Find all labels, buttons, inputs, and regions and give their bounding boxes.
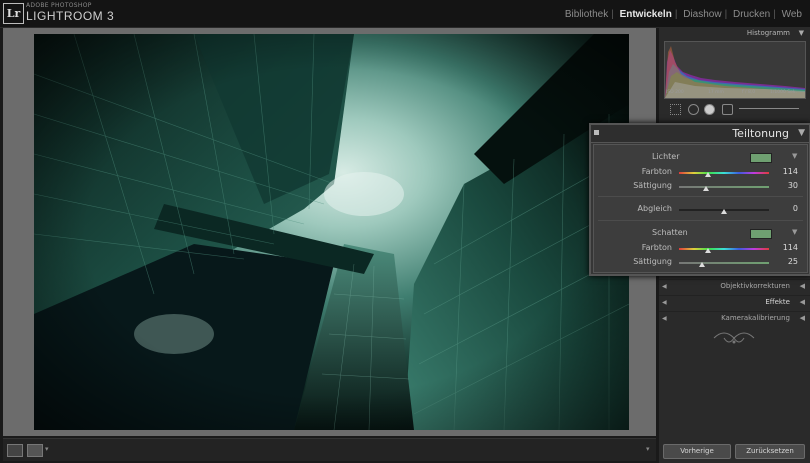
highlights-saturation-label: Sättigung <box>633 181 672 190</box>
module-diashow[interactable]: Diashow <box>681 9 723 20</box>
exif-focal: 17 mm <box>708 90 724 95</box>
tool-strip <box>664 102 804 116</box>
highlights-saturation-value[interactable]: 30 <box>774 181 798 190</box>
panel-end-ornament-icon <box>713 332 755 344</box>
graduated-filter-icon[interactable] <box>722 104 733 115</box>
divider <box>598 220 803 221</box>
chevron-left-icon[interactable]: ◀ <box>800 282 805 290</box>
chevron-left-icon[interactable]: ◀ <box>800 314 805 322</box>
panel-effects[interactable]: ◀ Effekte ◀ <box>659 295 810 309</box>
split-toning-header[interactable]: Teiltonung ▼ <box>591 125 809 143</box>
split-toning-body: Lichter ▼ Farbton 114 Sättigung 30 Abgle… <box>593 144 808 273</box>
shadows-hue-thumb[interactable] <box>704 248 711 253</box>
before-after-view-icon[interactable] <box>27 444 43 457</box>
shadows-label: Schatten <box>652 228 688 237</box>
exif-iso: ISO 200 <box>666 90 684 95</box>
panel-label: Objektivkorrekturen <box>720 282 790 290</box>
collapse-icon[interactable]: ▼ <box>798 128 805 138</box>
develop-buttons: Vorherige Zurücksetzen <box>659 442 810 462</box>
shadows-hue-slider[interactable] <box>679 248 769 250</box>
top-bar: Lr ADOBE PHOTOSHOP LIGHTROOM 3 Bibliothe… <box>0 0 810 28</box>
chevron-left-icon[interactable]: ◀ <box>800 298 805 306</box>
shadows-picker-icon[interactable]: ▼ <box>792 228 797 236</box>
balance-label: Abgleich <box>637 204 672 213</box>
highlights-hue-slider[interactable] <box>679 172 769 174</box>
module-entwickeln[interactable]: Entwickeln <box>618 9 674 20</box>
panel-marker-icon: ◀ <box>662 283 667 290</box>
highlights-saturation-slider[interactable] <box>679 186 769 188</box>
toolbar-menu-icon[interactable]: ▾ <box>646 445 650 453</box>
divider <box>598 196 803 197</box>
exif-shutter: 1/1000 Sek. <box>770 90 797 95</box>
highlights-hue-value[interactable]: 114 <box>774 167 798 176</box>
highlights-picker-icon[interactable]: ▼ <box>792 152 797 160</box>
photo-image <box>34 34 629 430</box>
photo-canvas[interactable] <box>3 28 656 436</box>
shadows-hue-label: Farbton <box>641 243 672 252</box>
panel-marker-icon: ◀ <box>662 299 667 306</box>
loupe-view-icon[interactable] <box>7 444 23 457</box>
previous-button[interactable]: Vorherige <box>663 444 731 459</box>
brand-subtitle: ADOBE PHOTOSHOP <box>26 2 92 9</box>
brand-title: LIGHTROOM 3 <box>26 9 115 23</box>
shadows-saturation-thumb[interactable] <box>698 262 705 267</box>
split-toning-title: Teiltonung <box>732 127 789 140</box>
shadows-color-swatch[interactable] <box>750 229 772 239</box>
panel-camera-calibration[interactable]: ◀ Kamerakalibrierung ◀ <box>659 311 810 325</box>
histogram-header[interactable]: Histogramm ▼ <box>659 28 810 40</box>
highlights-label: Lichter <box>652 152 680 161</box>
highlights-color-swatch[interactable] <box>750 153 772 163</box>
reset-button[interactable]: Zurücksetzen <box>735 444 805 459</box>
red-eye-icon[interactable] <box>704 104 715 115</box>
spot-removal-icon[interactable] <box>688 104 699 115</box>
highlights-hue-label: Farbton <box>641 167 672 176</box>
module-picker: Bibliothek | Entwickeln | Diashow | Drucken… <box>563 9 804 20</box>
highlights-hue-thumb[interactable] <box>704 172 711 177</box>
panel-marker-icon <box>594 130 599 135</box>
split-toning-panel: Teiltonung ▼ Lichter ▼ Farbton 114 Sätti… <box>589 123 810 276</box>
balance-thumb[interactable] <box>721 209 727 214</box>
shadows-saturation-value[interactable]: 25 <box>774 257 798 266</box>
module-web[interactable]: Web <box>780 9 804 20</box>
filmstrip-toolbar: ▾ ▾ <box>3 438 656 461</box>
view-dropdown-icon[interactable]: ▾ <box>45 445 49 453</box>
crop-tool-icon[interactable] <box>670 104 681 115</box>
module-bibliothek[interactable]: Bibliothek <box>563 9 610 20</box>
highlights-saturation-thumb[interactable] <box>703 186 709 191</box>
module-drucken[interactable]: Drucken <box>731 9 772 20</box>
lightroom-logo: Lr <box>3 3 24 24</box>
panel-label: Effekte <box>765 298 790 306</box>
balance-value[interactable]: 0 <box>774 204 798 213</box>
photo[interactable] <box>34 34 629 430</box>
exif-aperture: f / 8,0 <box>742 90 756 95</box>
shadows-saturation-slider[interactable] <box>679 262 769 264</box>
panel-label: Kamerakalibrierung <box>721 314 790 322</box>
histogram-title: Histogramm <box>746 29 790 37</box>
panel-marker-icon: ◀ <box>662 315 667 322</box>
shadows-hue-value[interactable]: 114 <box>774 243 798 252</box>
collapse-icon[interactable]: ▼ <box>799 29 804 37</box>
panel-lens-corrections[interactable]: ◀ Objektivkorrekturen ◀ <box>659 279 810 293</box>
brush-slider[interactable] <box>739 108 799 109</box>
shadows-saturation-label: Sättigung <box>633 257 672 266</box>
